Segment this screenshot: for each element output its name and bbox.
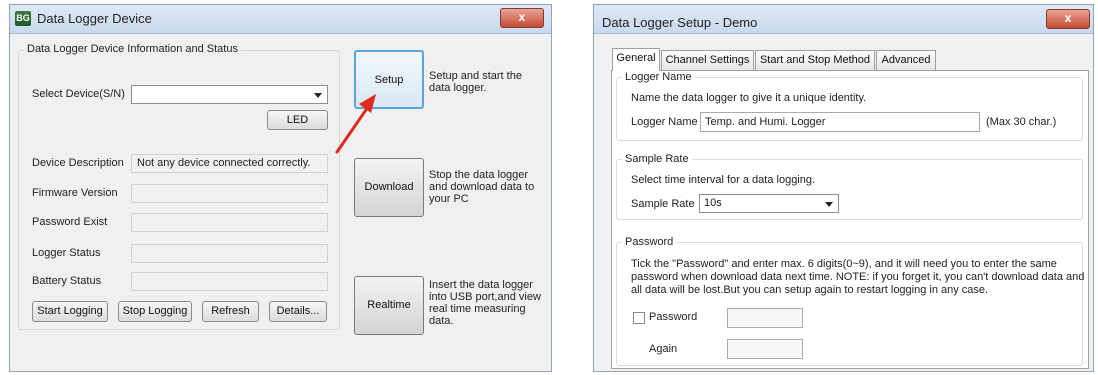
logger-name-max-note: (Max 30 char.) <box>986 116 1057 128</box>
right-window-title: Data Logger Setup - Demo <box>602 15 758 30</box>
start-logging-button[interactable]: Start Logging <box>32 301 108 322</box>
device-info-group-label: Data Logger Device Information and Statu… <box>24 43 241 55</box>
device-description-label: Device Description <box>32 157 124 169</box>
battery-status-field <box>131 272 328 291</box>
details-button[interactable]: Details... <box>269 301 327 322</box>
data-logger-setup-window: Data Logger Setup - Demo x General Chann… <box>593 4 1094 372</box>
password-exist-label: Password Exist <box>32 216 108 228</box>
realtime-button[interactable]: Realtime <box>354 276 424 335</box>
tab-start-and-stop-method[interactable]: Start and Stop Method <box>755 50 875 70</box>
battery-status-label: Battery Status <box>32 275 102 287</box>
general-tab-panel: Logger Name Name the data logger to give… <box>611 70 1089 369</box>
again-label: Again <box>649 343 678 355</box>
left-client-area: Data Logger Device Information and Statu… <box>16 34 545 365</box>
setup-button[interactable]: Setup <box>354 50 424 109</box>
data-logger-device-window: BG Data Logger Device x Data Logger Devi… <box>9 4 552 372</box>
led-button[interactable]: LED <box>267 110 328 130</box>
tab-channel-settings[interactable]: Channel Settings <box>661 50 754 70</box>
logger-name-label: Logger Name <box>631 116 698 128</box>
left-window-title: Data Logger Device <box>37 11 152 26</box>
logger-status-field <box>131 244 328 263</box>
right-close-button[interactable]: x <box>1046 9 1090 29</box>
logger-name-hint: Name the data logger to give it a unique… <box>631 92 867 104</box>
password-exist-field <box>131 213 328 232</box>
tab-advanced[interactable]: Advanced <box>876 50 936 70</box>
download-description: Stop the data logger and download data to… <box>429 169 535 205</box>
realtime-description: Insert the data logger into USB port,and … <box>429 279 541 327</box>
stop-logging-button[interactable]: Stop Logging <box>118 301 192 322</box>
password-again-input[interactable] <box>727 339 803 359</box>
password-group-label: Password <box>622 236 677 248</box>
device-description-field: Not any device connected correctly. <box>131 154 328 173</box>
logger-name-group-label: Logger Name <box>622 71 695 83</box>
left-close-button[interactable]: x <box>500 8 544 28</box>
password-checkbox[interactable] <box>633 312 645 324</box>
sample-rate-hint: Select time interval for a data logging. <box>631 174 816 186</box>
sample-rate-group-label: Sample Rate <box>622 153 692 165</box>
app-logo-icon: BG <box>15 11 31 26</box>
right-title-bar[interactable]: Data Logger Setup - Demo x <box>594 5 1093 34</box>
select-device-combo[interactable] <box>131 85 328 104</box>
refresh-button[interactable]: Refresh <box>202 301 259 322</box>
firmware-version-field <box>131 184 328 203</box>
chevron-down-icon <box>825 202 833 207</box>
select-device-label: Select Device(S/N) <box>32 88 125 100</box>
sample-rate-group <box>616 159 1083 220</box>
password-checkbox-label: Password <box>649 311 698 323</box>
password-instructions: Tick the "Password" and enter max. 6 dig… <box>631 258 1085 296</box>
firmware-version-label: Firmware Version <box>32 187 118 199</box>
password-input[interactable] <box>727 308 803 328</box>
logger-status-label: Logger Status <box>32 247 101 259</box>
setup-description: Setup and start the data logger. <box>429 70 522 94</box>
sample-rate-label: Sample Rate <box>631 198 695 210</box>
tab-general[interactable]: General <box>612 48 660 71</box>
sample-rate-select[interactable]: 10s <box>699 194 839 213</box>
logger-name-input[interactable]: Temp. and Humi. Logger <box>700 112 980 132</box>
download-button[interactable]: Download <box>354 158 424 217</box>
chevron-down-icon <box>314 93 322 98</box>
left-title-bar[interactable]: BG Data Logger Device x <box>10 5 551 34</box>
